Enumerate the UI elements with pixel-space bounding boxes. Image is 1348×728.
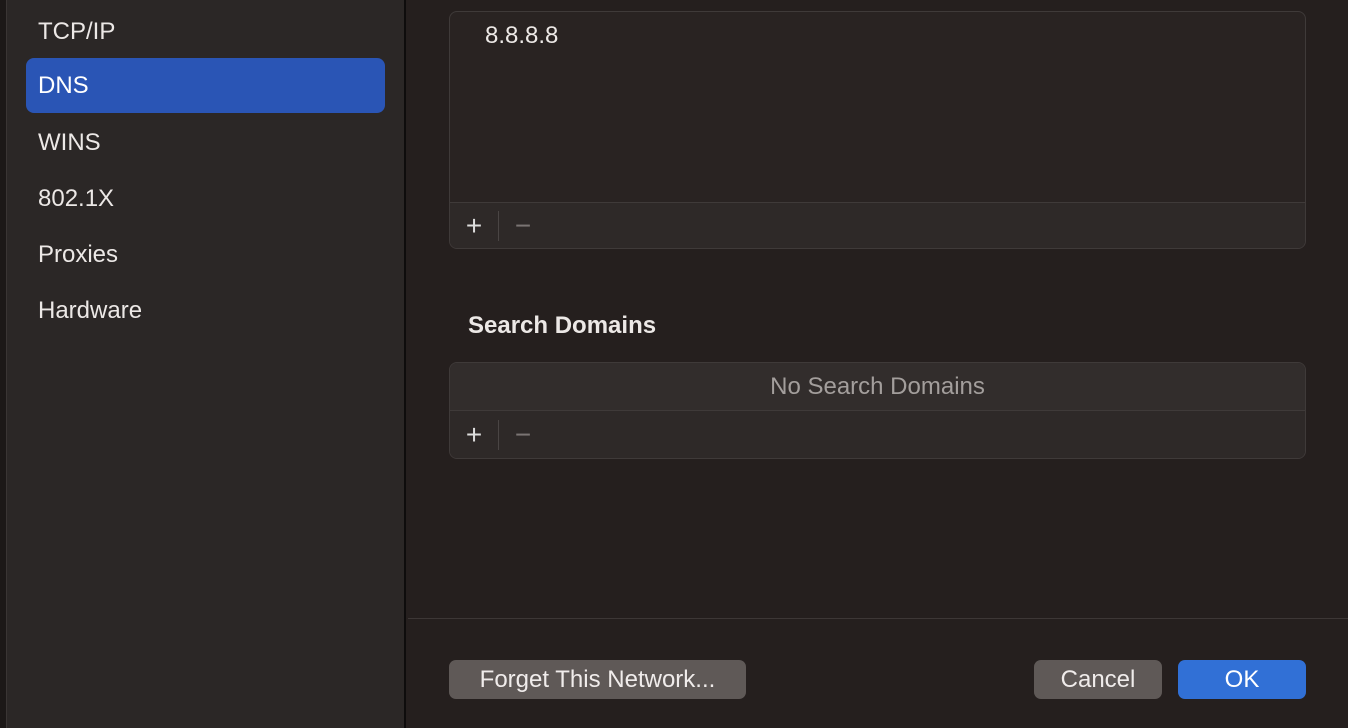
ok-button[interactable]: OK xyxy=(1178,660,1306,699)
search-domains-empty: No Search Domains xyxy=(450,363,1305,411)
sidebar: TCP/IP DNS WINS 802.1X Proxies Hardware xyxy=(7,0,406,728)
add-dns-server-button[interactable]: + xyxy=(450,203,498,249)
search-domains-heading: Search Domains xyxy=(468,312,657,339)
dns-server-entry[interactable]: 8.8.8.8 xyxy=(485,22,558,50)
sidebar-item-wins[interactable]: WINS xyxy=(26,115,385,170)
dns-servers-toolbar: + − xyxy=(450,202,1305,248)
dns-servers-list[interactable]: 8.8.8.8 + − xyxy=(449,11,1306,249)
footer-divider xyxy=(408,618,1348,619)
cancel-button[interactable]: Cancel xyxy=(1034,660,1162,699)
remove-dns-server-button[interactable]: − xyxy=(499,203,547,249)
add-search-domain-button[interactable]: + xyxy=(450,412,498,458)
forget-network-button[interactable]: Forget This Network... xyxy=(449,660,746,699)
sidebar-item-hardware[interactable]: Hardware xyxy=(26,283,385,338)
search-domains-list[interactable]: No Search Domains + − xyxy=(449,362,1306,459)
sidebar-item-dns[interactable]: DNS xyxy=(26,58,385,113)
window-edge xyxy=(0,0,7,728)
sidebar-item-tcpip[interactable]: TCP/IP xyxy=(26,4,385,59)
sidebar-item-8021x[interactable]: 802.1X xyxy=(26,171,385,226)
sidebar-item-proxies[interactable]: Proxies xyxy=(26,227,385,282)
search-domains-toolbar: + − xyxy=(450,410,1305,458)
remove-search-domain-button[interactable]: − xyxy=(499,412,547,458)
